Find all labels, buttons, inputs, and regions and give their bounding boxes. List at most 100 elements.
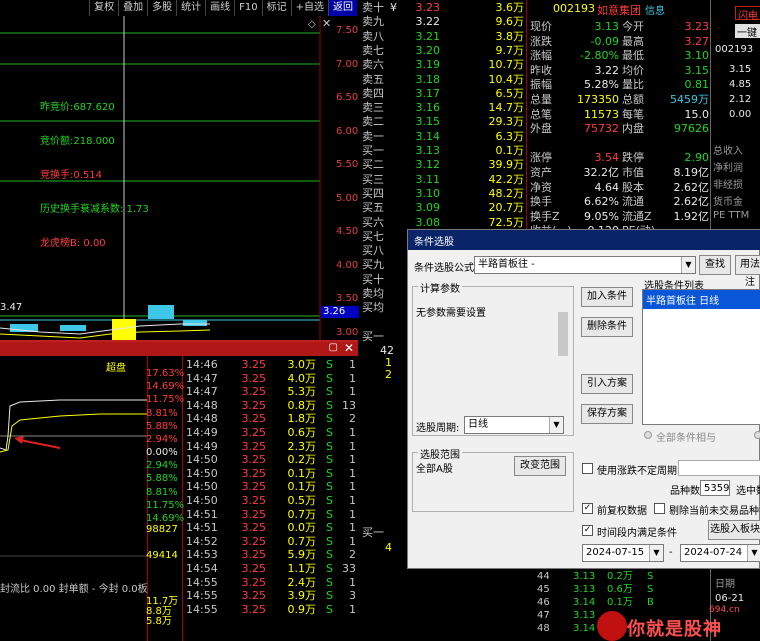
tick-row[interactable]: 14:52 3.25 0.7万 S 1 [186, 535, 356, 549]
find-button[interactable]: 查找 [699, 255, 731, 275]
uncertain-period-input[interactable] [678, 460, 760, 476]
order-book-row[interactable]: 卖十 3.23 3.6万 ¥ [360, 1, 526, 15]
intraday-window[interactable]: ✕ ▢ 超盘 17.63% 14.69% 11.75% 8.81% 5.88% 2.94%… [0, 340, 358, 641]
tick-volume: 2.4万 [287, 575, 317, 589]
exclude-checkbox[interactable] [654, 503, 665, 514]
radio-all-and[interactable] [644, 431, 652, 439]
condition-select-dialog[interactable]: 条件选股 条件选股公式 半路首板往 - ▼ 查找 用法注 计算参数 无参数需要设… [407, 229, 760, 569]
order-book-row[interactable]: 卖五 3.18 10.4万 [360, 73, 526, 87]
bottom-tick-row[interactable]: 45 3.13 0.6万 S [537, 584, 712, 595]
condition-list[interactable]: 半路首板往 日线 [642, 289, 760, 425]
flash-tag[interactable]: 闪电王 [735, 6, 760, 37]
chevron-down-icon[interactable]: ▼ [681, 257, 695, 273]
bottom-tick-row[interactable]: 44 3.13 0.2万 S [537, 571, 712, 582]
date-to-picker[interactable]: 2024-07-24 ▼ [680, 544, 760, 562]
order-book-row[interactable]: 卖九 3.22 9.6万 [360, 15, 526, 29]
tick-count: 1 [349, 602, 356, 616]
quote-label: 均价 [622, 63, 644, 77]
order-book-row[interactable]: 买四 3.10 48.2万 [360, 187, 526, 201]
tick-row[interactable]: 14:49 3.25 0.6万 S 1 [186, 426, 356, 440]
tick-count: 1 [349, 358, 356, 371]
tick-volume: 0.1万 [287, 466, 317, 480]
tick-row[interactable]: 14:54 3.25 1.1万 S 33 [186, 562, 356, 576]
tick-row[interactable]: 14:55 3.25 2.4万 S 1 [186, 576, 356, 590]
chevron-down-icon[interactable]: ▼ [649, 545, 663, 561]
order-book-row[interactable]: 卖二 3.15 29.3万 [360, 115, 526, 129]
radio-any[interactable] [754, 431, 760, 439]
prerights-checkbox[interactable]: ✓ [582, 503, 593, 514]
toolbar-item[interactable]: 多股 [147, 0, 176, 16]
delete-condition-button[interactable]: 删除条件 [581, 317, 633, 337]
order-book-row[interactable]: 买五 3.09 20.7万 [360, 201, 526, 215]
formula-select[interactable]: 半路首板往 - ▼ [474, 256, 696, 274]
tick-count: 1 [349, 534, 356, 548]
order-book-row[interactable]: 买二 3.12 39.9万 [360, 158, 526, 172]
tick-row[interactable]: 14:55 3.25 3.9万 S 3 [186, 589, 356, 603]
book-lower-label: 买一 [362, 330, 384, 343]
order-book-row[interactable]: 卖一 3.14 6.3万 [360, 130, 526, 144]
tick-row[interactable]: 14:50 3.25 0.1万 S 1 [186, 480, 356, 494]
toolbar-item[interactable]: 返回 [328, 0, 357, 16]
order-book-row[interactable]: 买三 3.11 42.2万 [360, 173, 526, 187]
restore-icon[interactable]: ▢ [329, 342, 338, 353]
diamond-icon[interactable]: ◇ [308, 19, 316, 30]
params-scrollbar[interactable] [558, 312, 568, 356]
intraday-chart [0, 399, 147, 557]
one-key-button[interactable]: 一键 [735, 24, 760, 39]
tick-row[interactable]: 14:53 3.25 5.9万 S 2 [186, 548, 356, 562]
order-book-row[interactable]: 卖八 3.21 3.8万 [360, 30, 526, 44]
tick-row[interactable]: 14:55 3.25 0.9万 S 1 [186, 603, 356, 617]
close-icon[interactable]: ✕ [344, 341, 354, 355]
chevron-down-icon[interactable]: ▼ [747, 545, 760, 561]
save-scheme-button[interactable]: 保存方案 [581, 404, 633, 424]
tick-row[interactable]: 14:50 3.25 0.2万 S 1 [186, 453, 356, 467]
import-scheme-button[interactable]: 引入方案 [581, 374, 633, 394]
tick-row[interactable]: 14:49 3.25 2.3万 S 1 [186, 440, 356, 454]
close-icon[interactable]: ✕ [322, 17, 331, 30]
order-book-row[interactable]: 买六 3.08 72.5万 [360, 216, 526, 230]
tick-row[interactable]: 14:51 3.25 0.7万 S 1 [186, 508, 356, 522]
toolbar-item[interactable]: 画线 [205, 0, 234, 16]
chevron-down-icon[interactable]: ▼ [549, 417, 563, 433]
quote-value: 1.92亿 [673, 209, 710, 223]
tick-row[interactable]: 14:48 3.25 0.8万 S 13 [186, 399, 356, 413]
order-book-price: 3.22 [415, 15, 441, 29]
tick-row[interactable]: 14:48 3.25 1.8万 S 2 [186, 412, 356, 426]
toolbar-item[interactable]: F10 [234, 0, 261, 16]
order-book-volume: 48.2万 [488, 186, 525, 200]
order-book-row[interactable]: 卖四 3.17 6.5万 [360, 87, 526, 101]
add-condition-button[interactable]: 加入条件 [581, 287, 633, 307]
tick-row[interactable]: 14:51 3.25 0.0万 S 1 [186, 521, 356, 535]
uncertain-period-checkbox[interactable] [582, 463, 593, 474]
tick-volume: 0.0万 [287, 521, 317, 535]
order-book-row[interactable]: 买一 3.13 0.1万 [360, 144, 526, 158]
percent-tick-label: 49414 [146, 550, 178, 561]
date-from-picker[interactable]: 2024-07-15 ▼ [582, 544, 664, 562]
order-book-row[interactable]: 卖七 3.20 9.7万 [360, 44, 526, 58]
tick-row[interactable]: 14:47 3.25 4.0万 S 1 [186, 372, 356, 386]
toolbar-item[interactable]: 叠加 [118, 0, 147, 16]
toolbar-item[interactable]: +自选 [290, 0, 328, 16]
order-book-row[interactable]: 卖六 3.19 10.7万 [360, 58, 526, 72]
tick-row[interactable]: 14:46 3.25 3.0万 S 1 [186, 358, 356, 372]
change-range-button[interactable]: 改变范围 [514, 456, 566, 476]
quote-label: 振幅 [530, 78, 552, 92]
toolbar-item[interactable]: 标记 [261, 0, 291, 16]
tick-row[interactable]: 14:50 3.25 0.5万 S 1 [186, 494, 356, 508]
order-book-price: 3.19 [415, 58, 441, 72]
tick-row[interactable]: 14:47 3.25 5.3万 S 1 [186, 385, 356, 399]
date-from-value: 2024-07-15 [586, 547, 645, 558]
add-to-board-button[interactable]: 选股入板块 [708, 520, 760, 540]
order-book-row[interactable]: 卖三 3.16 14.7万 [360, 101, 526, 115]
period-checkbox[interactable]: ✓ [582, 525, 593, 536]
tick-row[interactable]: 14:50 3.25 0.1万 S 1 [186, 467, 356, 481]
kline-chart[interactable]: 昨竞价:687.620 竞价额:218.000 竞换手:0.514 历史换手衰减系数:… [0, 16, 360, 342]
order-book-label: 买三 [362, 172, 384, 186]
condition-list-item[interactable]: 半路首板往 日线 [643, 290, 760, 309]
toolbar-item[interactable]: 复权 [89, 0, 118, 16]
period-select[interactable]: 日线 ▼ [464, 416, 564, 434]
usage-button[interactable]: 用法注 [735, 255, 760, 288]
date-separator: - [669, 547, 673, 558]
order-book-label: 买二 [362, 158, 384, 172]
toolbar-item[interactable]: 统计 [176, 0, 205, 16]
